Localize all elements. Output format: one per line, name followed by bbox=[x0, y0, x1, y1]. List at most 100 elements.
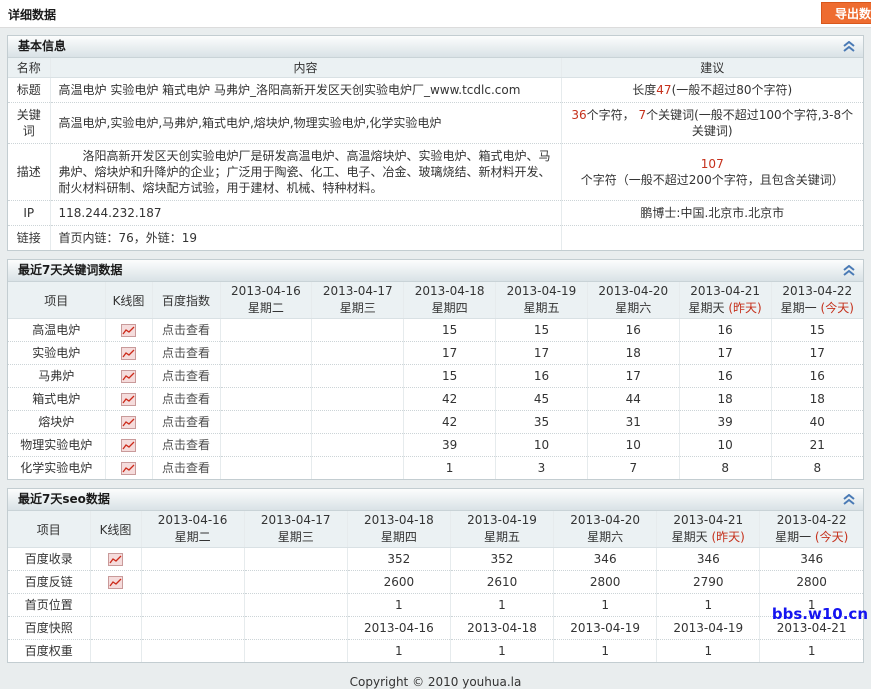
kline-cell bbox=[105, 411, 152, 434]
collapse-section-icon[interactable] bbox=[843, 494, 855, 505]
seo-section-header: 最近7天seo数据 bbox=[8, 489, 863, 511]
date-column-header: 2013-04-17星期三 bbox=[244, 511, 347, 548]
item-label: 物理实验电炉 bbox=[8, 434, 105, 457]
kline-chart-icon[interactable] bbox=[121, 346, 136, 360]
value-cell: 352 bbox=[347, 548, 450, 571]
weekday-label: 星期天 (昨天) bbox=[682, 300, 769, 317]
basic-info-table: 名称 内容 建议 标题高温电炉 实验电炉 箱式电炉 马弗炉_洛阳高新开发区天创实… bbox=[8, 58, 863, 250]
date-label: 2013-04-18 bbox=[406, 283, 493, 300]
value-cell: 10 bbox=[587, 434, 679, 457]
view-baidu-index-link[interactable]: 点击查看 bbox=[162, 415, 210, 429]
keyword-data-section: 最近7天关键词数据 项目 K线图 百度指数 2013-04-16星期二2013-… bbox=[7, 259, 864, 480]
kline-cell bbox=[105, 388, 152, 411]
value-cell bbox=[244, 617, 347, 640]
date-column-header: 2013-04-22星期一 (今天) bbox=[760, 511, 863, 548]
value-cell: 15 bbox=[496, 319, 588, 342]
keyword-section-header: 最近7天关键词数据 bbox=[8, 260, 863, 282]
value-cell: 16 bbox=[679, 319, 771, 342]
export-data-button[interactable]: 导出数据 bbox=[821, 2, 871, 24]
kline-cell bbox=[90, 640, 141, 663]
table-row: 首页位置11111 bbox=[8, 594, 863, 617]
column-header-item: 项目 bbox=[8, 511, 90, 548]
value-cell: 346 bbox=[657, 548, 760, 571]
field-name: 描述 bbox=[8, 144, 50, 201]
table-row: 百度权重11111 bbox=[8, 640, 863, 663]
kline-chart-icon[interactable] bbox=[121, 323, 136, 337]
view-baidu-index-link[interactable]: 点击查看 bbox=[162, 461, 210, 475]
weekday-text: 星期一 bbox=[781, 301, 817, 315]
view-baidu-index-link[interactable]: 点击查看 bbox=[162, 438, 210, 452]
value-cell: 2013-04-19 bbox=[554, 617, 657, 640]
weekday-text: 星期三 bbox=[340, 301, 376, 315]
day-tag: (昨天) bbox=[712, 530, 745, 544]
kline-chart-icon[interactable] bbox=[108, 552, 123, 566]
table-row: 高温电炉点击查看1515161615 bbox=[8, 319, 863, 342]
suggestion-segment: 鹏博士:中国.北京市.北京市 bbox=[640, 206, 784, 220]
value-cell bbox=[244, 571, 347, 594]
weekday-label: 星期四 bbox=[350, 529, 448, 546]
value-cell: 1 bbox=[450, 640, 553, 663]
value-cell bbox=[141, 617, 244, 640]
column-header-item: 项目 bbox=[8, 282, 105, 319]
day-tag: (今天) bbox=[821, 301, 854, 315]
seo-data-table: 项目 K线图 2013-04-16星期二2013-04-17星期三2013-04… bbox=[8, 511, 863, 662]
field-suggestion: 36个字符， 7个关键词(一般不超过100个字符,3-8个关键词) bbox=[561, 103, 863, 144]
date-column-header: 2013-04-21星期天 (昨天) bbox=[657, 511, 760, 548]
date-column-header: 2013-04-19星期五 bbox=[450, 511, 553, 548]
item-label: 化学实验电炉 bbox=[8, 457, 105, 480]
weekday-text: 星期一 bbox=[775, 530, 811, 544]
value-cell: 35 bbox=[496, 411, 588, 434]
value-cell: 16 bbox=[496, 365, 588, 388]
field-content: 首页内链：76，外链：19 bbox=[50, 226, 561, 251]
basic-info-section-header: 基本信息 bbox=[8, 36, 863, 58]
keyword-data-table: 项目 K线图 百度指数 2013-04-16星期二2013-04-17星期三20… bbox=[8, 282, 863, 479]
kline-cell bbox=[105, 457, 152, 480]
field-name: 关键词 bbox=[8, 103, 50, 144]
value-cell: 1 bbox=[657, 640, 760, 663]
value-cell: 7 bbox=[587, 457, 679, 480]
view-baidu-index-link[interactable]: 点击查看 bbox=[162, 346, 210, 360]
value-cell: 2790 bbox=[657, 571, 760, 594]
item-label: 箱式电炉 bbox=[8, 388, 105, 411]
value-cell: 10 bbox=[496, 434, 588, 457]
kline-chart-icon[interactable] bbox=[121, 438, 136, 452]
value-cell: 21 bbox=[771, 434, 863, 457]
weekday-label: 星期二 bbox=[223, 300, 310, 317]
kline-chart-icon[interactable] bbox=[108, 575, 123, 589]
date-label: 2013-04-19 bbox=[498, 283, 585, 300]
column-header-kline: K线图 bbox=[90, 511, 141, 548]
value-cell: 40 bbox=[771, 411, 863, 434]
weekday-label: 星期一 (今天) bbox=[774, 300, 861, 317]
view-baidu-index-link[interactable]: 点击查看 bbox=[162, 369, 210, 383]
collapse-section-icon[interactable] bbox=[843, 265, 855, 276]
date-label: 2013-04-18 bbox=[350, 512, 448, 529]
value-cell bbox=[220, 411, 312, 434]
date-label: 2013-04-21 bbox=[682, 283, 769, 300]
kline-chart-icon[interactable] bbox=[121, 415, 136, 429]
value-cell: 16 bbox=[771, 365, 863, 388]
value-cell: 2600 bbox=[347, 571, 450, 594]
collapse-section-icon[interactable] bbox=[843, 41, 855, 52]
value-cell: 1 bbox=[657, 594, 760, 617]
suggestion-segment: 长度 bbox=[632, 83, 656, 97]
value-cell: 42 bbox=[404, 411, 496, 434]
weekday-text: 星期天 bbox=[672, 530, 708, 544]
kline-chart-icon[interactable] bbox=[121, 369, 136, 383]
kline-chart-icon[interactable] bbox=[121, 461, 136, 475]
date-column-header: 2013-04-16星期二 bbox=[220, 282, 312, 319]
weekday-label: 星期二 bbox=[144, 529, 242, 546]
weekday-text: 星期天 bbox=[689, 301, 725, 315]
baidu-index-cell: 点击查看 bbox=[152, 411, 220, 434]
weekday-label: 星期四 bbox=[406, 300, 493, 317]
view-baidu-index-link[interactable]: 点击查看 bbox=[162, 392, 210, 406]
table-row: 百度反链26002610280027902800 bbox=[8, 571, 863, 594]
view-baidu-index-link[interactable]: 点击查看 bbox=[162, 323, 210, 337]
seo-data-section: 最近7天seo数据 项目 K线图 2013-04-16星期二2013-04-17… bbox=[7, 488, 864, 663]
column-header-baidu-index: 百度指数 bbox=[152, 282, 220, 319]
item-label: 百度权重 bbox=[8, 640, 90, 663]
value-cell bbox=[312, 434, 404, 457]
value-cell bbox=[141, 640, 244, 663]
basic-info-row: IP118.244.232.187鹏博士:中国.北京市.北京市 bbox=[8, 201, 863, 226]
kline-chart-icon[interactable] bbox=[121, 392, 136, 406]
date-column-header: 2013-04-21星期天 (昨天) bbox=[679, 282, 771, 319]
